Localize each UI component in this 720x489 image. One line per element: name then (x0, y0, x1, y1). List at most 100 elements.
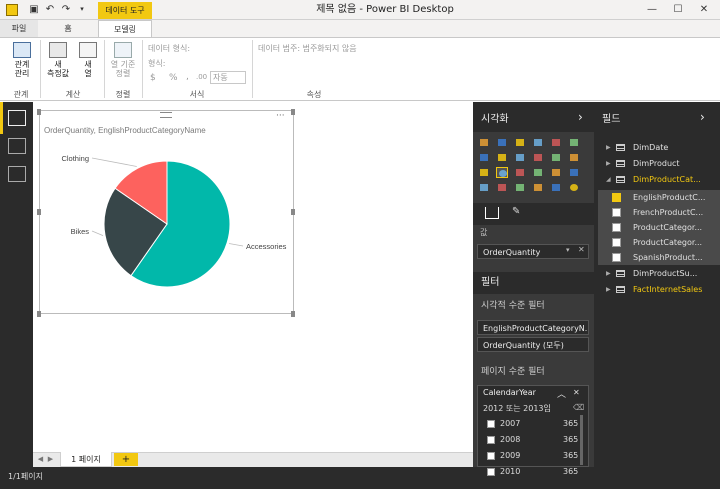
slicer-icon[interactable] (550, 182, 562, 193)
save-icon[interactable]: ▣ (28, 3, 40, 16)
filter-year-row[interactable]: 2007 365 (483, 417, 578, 431)
field-spanish-product-category[interactable]: SpanishProduct... (598, 250, 720, 265)
line-column-chart-icon[interactable] (532, 152, 544, 163)
treemap-icon[interactable] (514, 167, 526, 178)
field-checkbox-checked[interactable] (612, 193, 621, 202)
card-icon[interactable] (514, 182, 526, 193)
new-column-button[interactable]: 새 열 (76, 42, 100, 78)
scatter-chart-icon[interactable] (478, 167, 490, 178)
clustered-bar-chart-icon[interactable] (514, 137, 526, 148)
viz-glyph (516, 184, 524, 191)
map-icon[interactable] (532, 167, 544, 178)
table-visual-icon[interactable] (568, 167, 580, 178)
filter-order-quantity[interactable]: OrderQuantity (모두) (477, 337, 589, 352)
tab-modeling[interactable]: 모델링 (98, 20, 152, 37)
stacked-column-chart-icon[interactable] (496, 137, 508, 148)
report-view-icon[interactable] (8, 110, 26, 126)
fields-well-tab-icon[interactable] (485, 207, 499, 219)
tab-home[interactable]: 홈 (38, 20, 98, 37)
relationships-icon (13, 42, 31, 58)
tab-file[interactable]: 파일 (0, 20, 38, 37)
comma-format-button[interactable]: , (186, 72, 189, 82)
decimal-places-button[interactable]: .00 (196, 73, 207, 81)
filter-year-row[interactable]: 2009 365 (483, 449, 578, 463)
viz-glyph (480, 139, 488, 146)
filled-map-icon[interactable] (550, 167, 562, 178)
field-table-dimdate[interactable]: ▶ DimDate (598, 140, 720, 155)
field-product-category-2[interactable]: ProductCategor... (598, 235, 720, 250)
undo-icon[interactable]: ↶ (44, 3, 56, 16)
field-product-category-1[interactable]: ProductCategor... (598, 220, 720, 235)
next-page-arrow[interactable]: ▶ (46, 453, 55, 466)
prev-page-arrow[interactable]: ◀ (36, 453, 45, 466)
field-table-dimproductsubcategory[interactable]: ▶ DimProductSu... (598, 266, 720, 281)
filter-english-product-category[interactable]: EnglishProductCategoryN... (477, 320, 589, 335)
new-measure-button[interactable]: 새 측정값 (44, 42, 72, 78)
year-checkbox[interactable] (487, 420, 495, 428)
value-field-dropdown-icon[interactable]: ▾ (566, 246, 570, 254)
year-checkbox[interactable] (487, 436, 495, 444)
sort-by-column-button[interactable]: 열 기준 정렬 (108, 42, 138, 78)
add-page-button[interactable]: + (114, 453, 138, 466)
field-checkbox[interactable] (612, 208, 621, 217)
donut-chart-icon[interactable] (568, 182, 580, 193)
field-table-dimproductcategory[interactable]: ◢ DimProductCat... (598, 172, 720, 187)
field-table-dimproduct[interactable]: ▶ DimProduct (598, 156, 720, 171)
table-icon (616, 270, 625, 277)
format-brush-icon[interactable]: ✎ (512, 206, 520, 217)
minimize-button[interactable]: — (640, 0, 664, 20)
collapse-filter-icon[interactable]: ︿ (557, 387, 566, 400)
field-checkbox[interactable] (612, 253, 621, 262)
multi-row-card-icon[interactable] (532, 182, 544, 193)
line-chart-icon[interactable] (478, 152, 490, 163)
year-checkbox[interactable] (487, 452, 495, 460)
filter-year-row[interactable]: 2010 365 (483, 465, 578, 479)
clear-filter-eraser-icon[interactable]: ⌫ (573, 403, 584, 412)
area-chart-icon[interactable] (496, 152, 508, 163)
filter-scrollbar[interactable] (580, 415, 583, 465)
remove-value-field-icon[interactable]: ✕ (578, 245, 585, 254)
year-checkbox[interactable] (487, 468, 495, 476)
manage-relationships-button[interactable]: 관계 관리 (8, 42, 36, 78)
value-field-chip[interactable]: OrderQuantity (477, 244, 589, 259)
remove-filter-icon[interactable]: ✕ (573, 388, 580, 397)
gauge-icon[interactable] (496, 182, 508, 193)
funnel-chart-icon[interactable] (478, 182, 490, 193)
collapse-fields-icon[interactable]: › (700, 110, 705, 124)
customize-quick-access-icon[interactable]: ▾ (76, 3, 88, 16)
waterfall-chart-icon[interactable] (568, 152, 580, 163)
maximize-button[interactable]: ☐ (666, 0, 690, 20)
year-label: 2009 (500, 451, 521, 460)
field-table-factinternetsales[interactable]: ▶ FactInternetSales (598, 282, 720, 297)
stacked-area-chart-icon[interactable] (514, 152, 526, 163)
100-column-chart-icon[interactable] (568, 137, 580, 148)
currency-format-button[interactable]: $ (150, 73, 156, 83)
field-checkbox[interactable] (612, 223, 621, 232)
percent-format-button[interactable]: % (169, 73, 178, 83)
sort-by-column-label-1: 열 기준 (110, 60, 136, 69)
table-icon (616, 160, 625, 167)
page-tab-1[interactable]: 1 페이지 (60, 452, 112, 467)
field-checkbox[interactable] (612, 238, 621, 247)
field-french-product-category[interactable]: FrenchProductC... (598, 205, 720, 220)
decimal-places-input[interactable]: 자동 (210, 71, 246, 84)
pie-leader-line (91, 157, 137, 167)
table-icon (616, 144, 625, 151)
100-bar-chart-icon[interactable] (550, 137, 562, 148)
line-clustered-column-icon[interactable] (550, 152, 562, 163)
stacked-bar-chart-icon[interactable] (478, 137, 490, 148)
pie-chart-icon[interactable] (496, 167, 508, 178)
redo-icon[interactable]: ↷ (60, 3, 72, 16)
data-category-dropdown[interactable]: 데이터 범주: 범주화되지 않음 (258, 43, 357, 54)
field-english-product-category[interactable]: EnglishProductC... (598, 190, 720, 205)
close-button[interactable]: ✕ (692, 0, 716, 20)
relationships-view-icon[interactable] (8, 166, 26, 182)
filter-year-row[interactable]: 2008 365 (483, 433, 578, 447)
calendar-year-filter-field[interactable]: CalendarYear (483, 388, 536, 397)
format-dropdown[interactable]: 형식: (148, 58, 165, 69)
clustered-column-chart-icon[interactable] (532, 137, 544, 148)
data-view-icon[interactable] (8, 138, 26, 154)
collapse-visualizations-icon[interactable]: › (578, 110, 583, 124)
viz-glyph (570, 184, 578, 191)
data-type-dropdown[interactable]: 데이터 형식: (148, 43, 190, 54)
